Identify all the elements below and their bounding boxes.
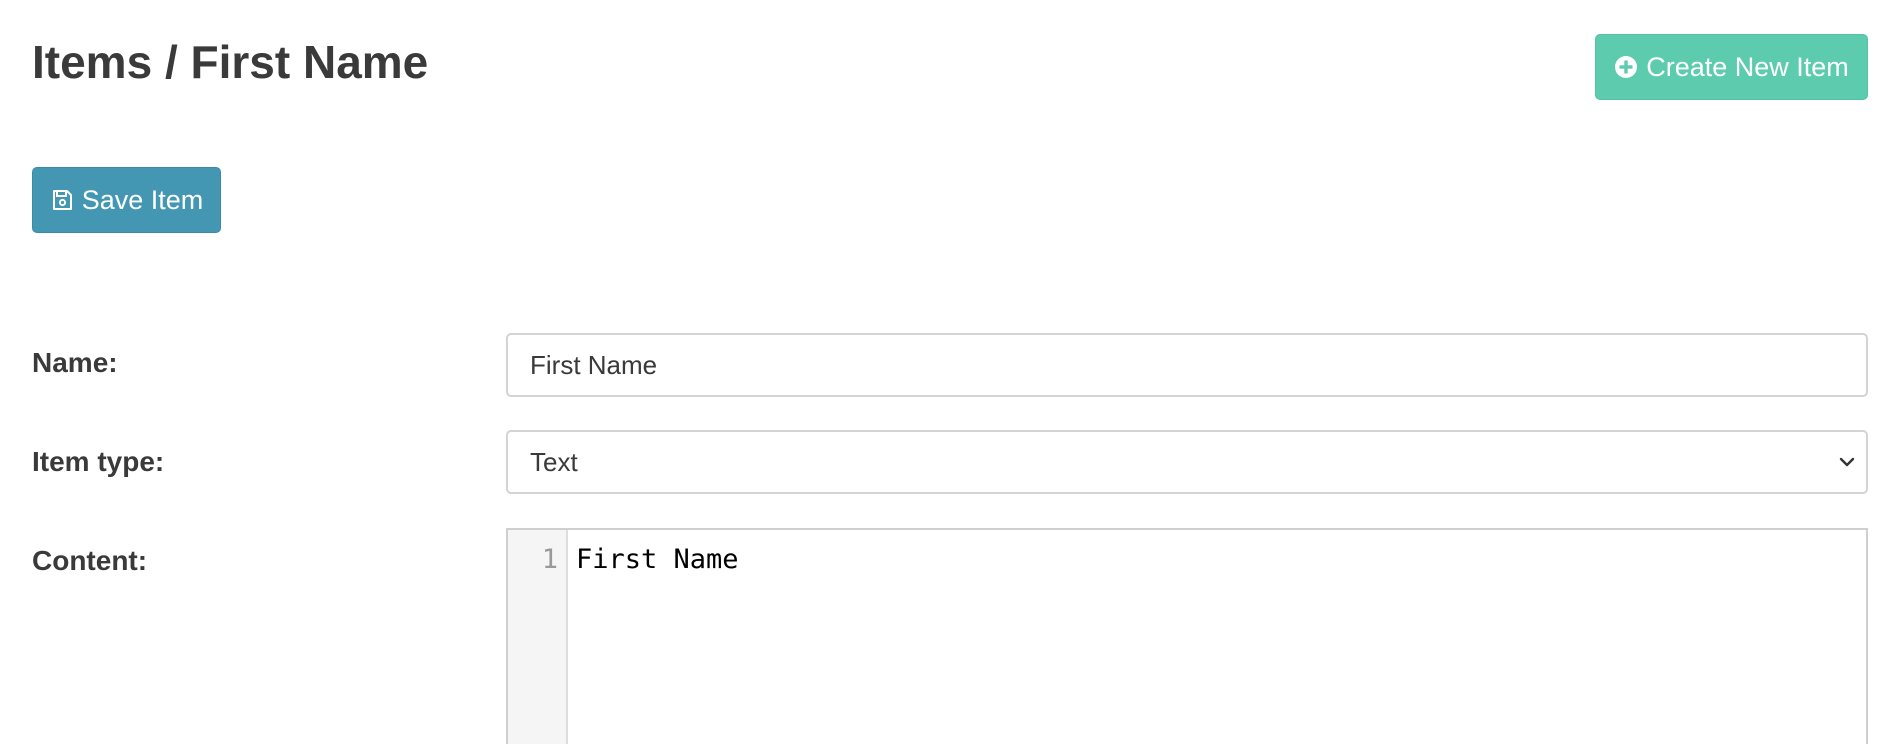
editor-line: First Name xyxy=(576,544,739,575)
name-label: Name: xyxy=(32,347,118,378)
name-input[interactable]: First Name xyxy=(506,333,1868,397)
line-number: 1 xyxy=(541,544,558,575)
item-type-select[interactable]: Text xyxy=(506,430,1868,494)
floppy-disk-icon xyxy=(50,188,74,212)
plus-circle-icon xyxy=(1614,55,1638,79)
editor-text-area[interactable]: First Name xyxy=(568,530,1866,744)
chevron-down-icon xyxy=(1838,453,1856,471)
save-item-button[interactable]: Save Item xyxy=(32,167,221,233)
create-new-item-label: Create New Item xyxy=(1646,51,1849,82)
name-input-value: First Name xyxy=(530,349,658,380)
item-type-value: Text xyxy=(530,446,578,477)
line-number-gutter: 1 xyxy=(508,530,568,744)
content-label: Content: xyxy=(32,545,148,576)
item-type-label: Item type: xyxy=(32,446,165,477)
page-title: Items / First Name xyxy=(32,36,429,88)
create-new-item-button[interactable]: Create New Item xyxy=(1595,34,1868,100)
content-code-editor[interactable]: 1 First Name xyxy=(506,528,1868,744)
item-edit-page: Items / First Name Create New Item Save … xyxy=(0,0,1898,744)
save-item-label: Save Item xyxy=(81,184,204,215)
